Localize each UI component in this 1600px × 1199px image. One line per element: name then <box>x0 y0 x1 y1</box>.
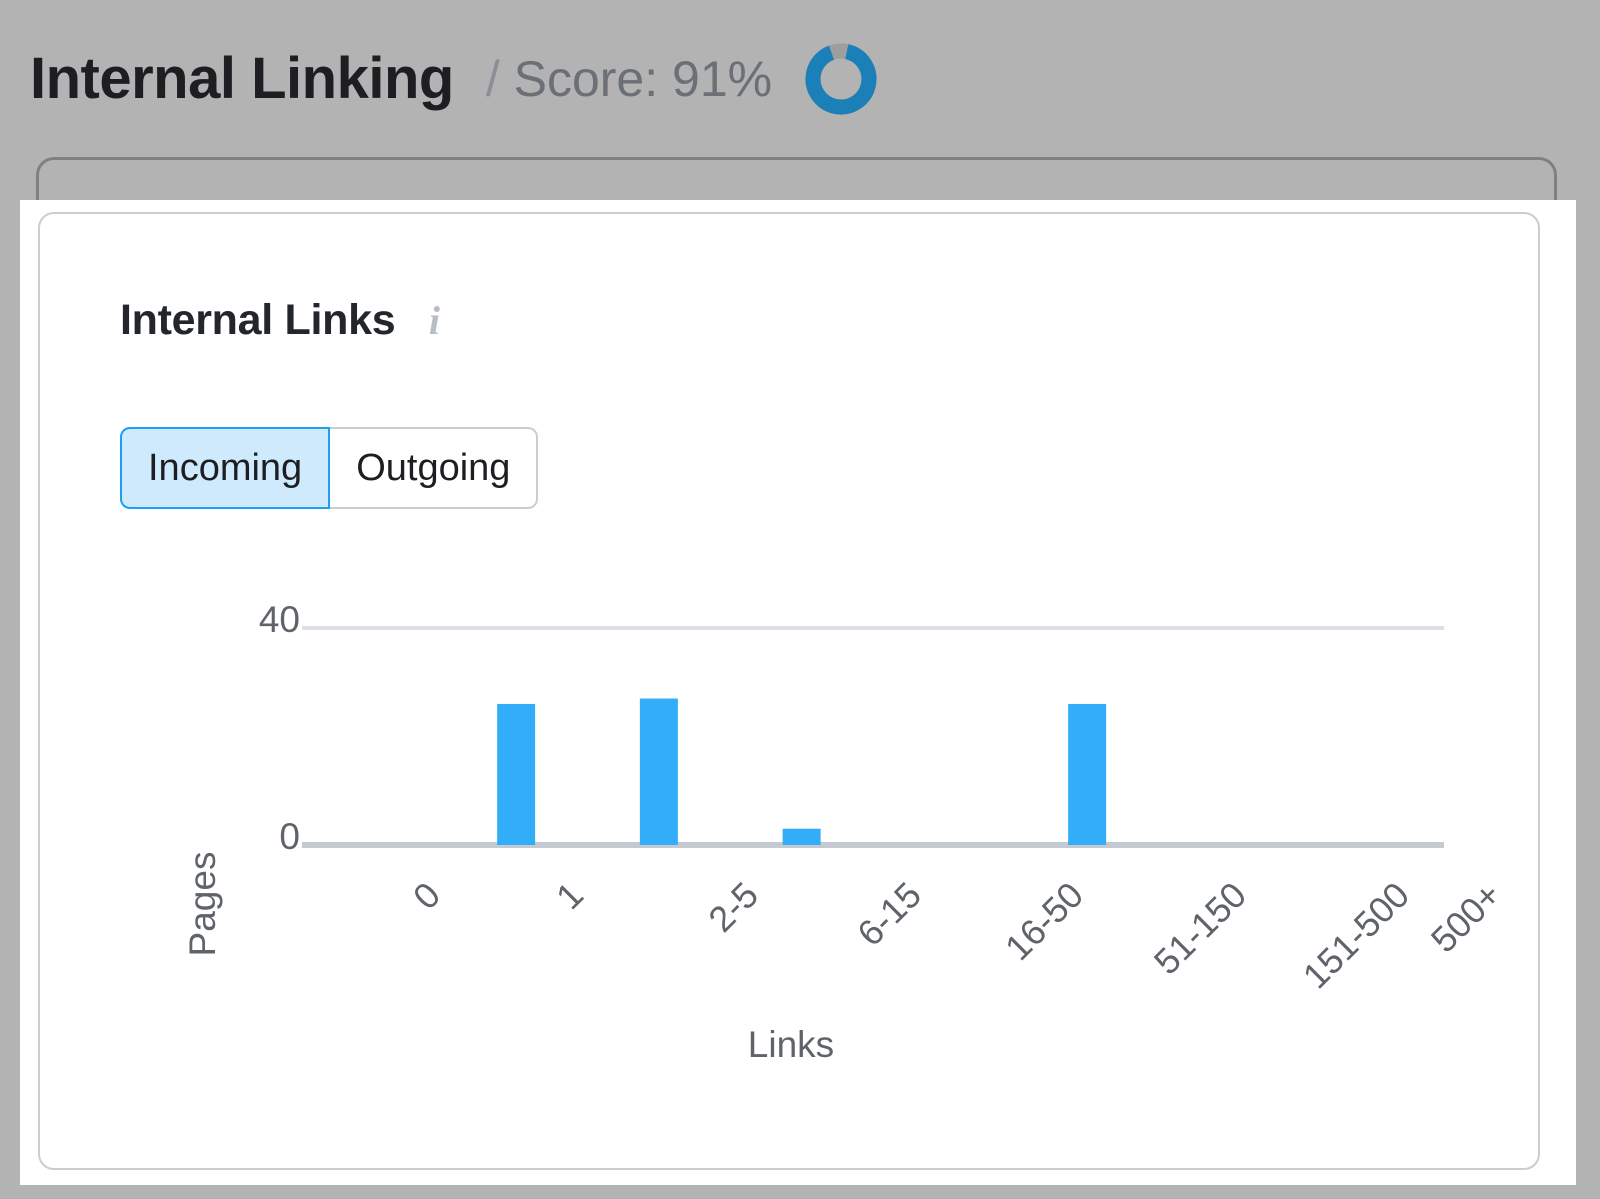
chart-plot-svg <box>302 626 1444 848</box>
toggle-option-outgoing-label: Outgoing <box>356 446 511 489</box>
internal-links-bar-chart: Pages 40 0 0 1 2-5 6-15 16-50 51-150 151-500 50… <box>40 214 1542 1172</box>
x-tick-label-1: 1 <box>547 874 592 918</box>
y-tick-label-0: 0 <box>279 816 300 857</box>
x-tick-label-6-15: 6-15 <box>848 874 929 954</box>
x-tick-label-2-5: 2-5 <box>700 874 766 940</box>
internal-links-card: Internal Links i Incoming Outgoing Pages… <box>38 212 1540 1170</box>
y-axis-title: Pages <box>182 851 223 957</box>
x-tick-label-151-500: 151-500 <box>1294 874 1417 997</box>
toggle-option-incoming[interactable]: Incoming <box>120 427 331 509</box>
title-separator: / <box>485 50 500 107</box>
info-icon[interactable]: i <box>421 300 447 342</box>
page-title: Internal Linking <box>30 46 454 111</box>
score-donut-chart <box>802 40 880 118</box>
toggle-option-incoming-label: Incoming <box>148 446 303 489</box>
score-text: / Score: 91% <box>486 50 772 108</box>
x-tick-label-0: 0 <box>405 874 449 918</box>
score-label: Score: 91% <box>513 50 773 107</box>
toggle-option-outgoing[interactable]: Outgoing <box>330 427 539 509</box>
page-header: Internal Linking / Score: 91% <box>0 0 1600 157</box>
x-axis-title: Links <box>747 1024 835 1065</box>
x-tick-label-500+: 500+ <box>1422 874 1509 961</box>
card-header: Internal Links i <box>120 296 447 345</box>
y-tick-label-40: 40 <box>258 599 300 640</box>
card-title: Internal Links <box>120 296 396 344</box>
x-tick-label-51-150: 51-150 <box>1145 874 1255 983</box>
link-direction-toggle[interactable]: Incoming Outgoing <box>120 427 539 509</box>
x-tick-label-16-50: 16-50 <box>997 874 1092 969</box>
